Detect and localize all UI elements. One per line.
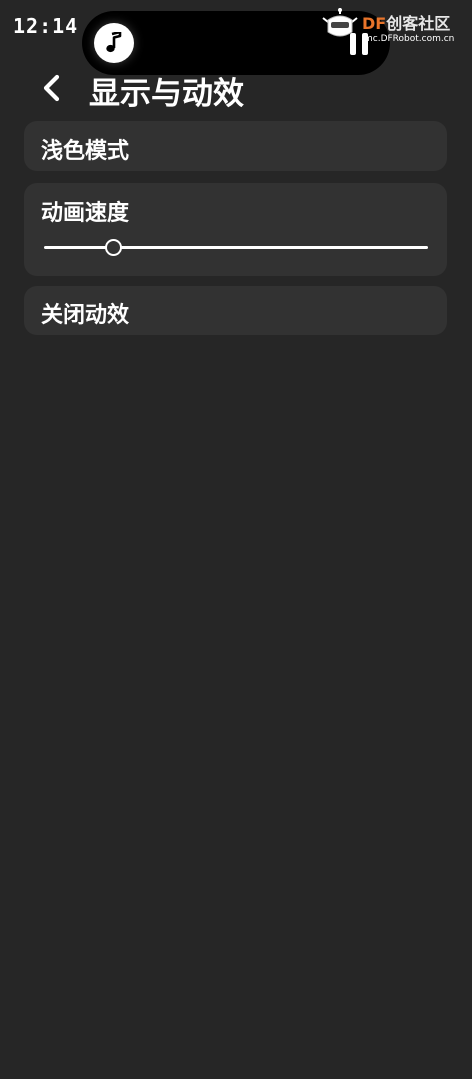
robot-logo-icon: [322, 8, 358, 37]
page-title: 显示与动效: [89, 76, 244, 112]
slider-thumb[interactable]: [105, 239, 123, 256]
chevron-left-icon: [43, 74, 60, 102]
watermark-url: mc.DFRobot.com.cn: [364, 34, 455, 44]
music-note-icon: [94, 23, 134, 63]
animation-speed-slider[interactable]: [44, 235, 428, 261]
watermark-brand: DF创客社区: [362, 14, 451, 33]
header: 显示与动效: [0, 66, 472, 112]
disable-animation-item[interactable]: 关闭动效: [24, 286, 447, 335]
back-button[interactable]: [36, 70, 68, 106]
status-time: 12:14: [13, 14, 79, 38]
animation-speed-item: 动画速度: [24, 183, 447, 276]
disable-animation-label: 关闭动效: [41, 303, 130, 328]
light-mode-label: 浅色模式: [41, 139, 130, 164]
slider-track: [44, 246, 428, 249]
animation-speed-label: 动画速度: [41, 201, 130, 226]
light-mode-item[interactable]: 浅色模式: [24, 121, 447, 171]
watermark: DF创客社区 mc.DFRobot.com.cn: [320, 6, 468, 50]
